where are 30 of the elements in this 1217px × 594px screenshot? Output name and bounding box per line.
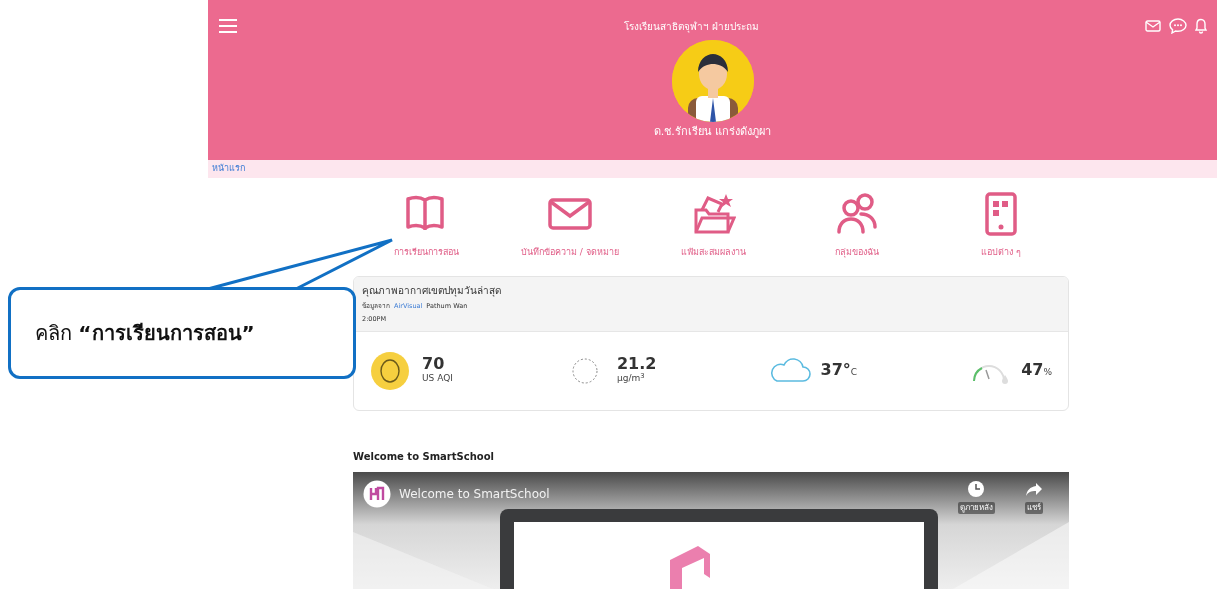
video-action-button[interactable]: แชร์ — [1009, 480, 1059, 514]
school-name: โรงเรียนสาธิตจุฬาฯ ฝ่ายประถม — [623, 19, 760, 34]
mail-icon[interactable] — [1145, 20, 1161, 32]
share-icon — [1025, 480, 1043, 498]
clock-icon — [967, 480, 985, 498]
reading-unit: µg/m$^{3}$ — [616, 372, 646, 386]
reading-unit: % — [1043, 366, 1052, 380]
bell-icon[interactable] — [1195, 18, 1207, 34]
chat-icon[interactable] — [1169, 18, 1187, 34]
reading-unit: US AQI — [422, 372, 453, 386]
menu-item[interactable]: บันทึกข้อความ / จดหมาย — [499, 192, 640, 260]
video-action-button[interactable]: ดูภายหลัง — [951, 480, 1001, 514]
channel-logo-icon[interactable] — [363, 480, 391, 508]
people-icon — [835, 192, 880, 236]
callout-text: คลิก “การเรียนการสอน” — [35, 320, 255, 347]
menu-item[interactable]: แฟ้มสะสมผลงาน — [643, 192, 784, 260]
reading-value: 21.2 — [616, 356, 657, 373]
menu-icon[interactable] — [218, 18, 238, 34]
card-title: คุณภาพอากาศเขตปทุมวันล่าสุด — [362, 283, 502, 298]
menu-item[interactable]: กลุ่มของฉัน — [787, 192, 928, 260]
reading-unit: C — [850, 367, 858, 380]
reading-value: 47 — [1021, 362, 1044, 379]
menu-item[interactable]: แอปต่าง ๆ — [931, 192, 1071, 260]
section-heading: Welcome to SmartSchool — [353, 450, 495, 464]
menu-item[interactable]: การเรียนการสอน — [356, 192, 496, 260]
video-title[interactable]: Welcome to SmartSchool — [399, 485, 550, 503]
reading-value: 37° — [820, 362, 851, 379]
user-name: ด.ช.รักเรียน แกร่งดังภูผา — [653, 124, 772, 140]
breadcrumb-link[interactable]: หน้าแรก — [212, 163, 245, 173]
reading-value: 70 — [422, 356, 446, 373]
